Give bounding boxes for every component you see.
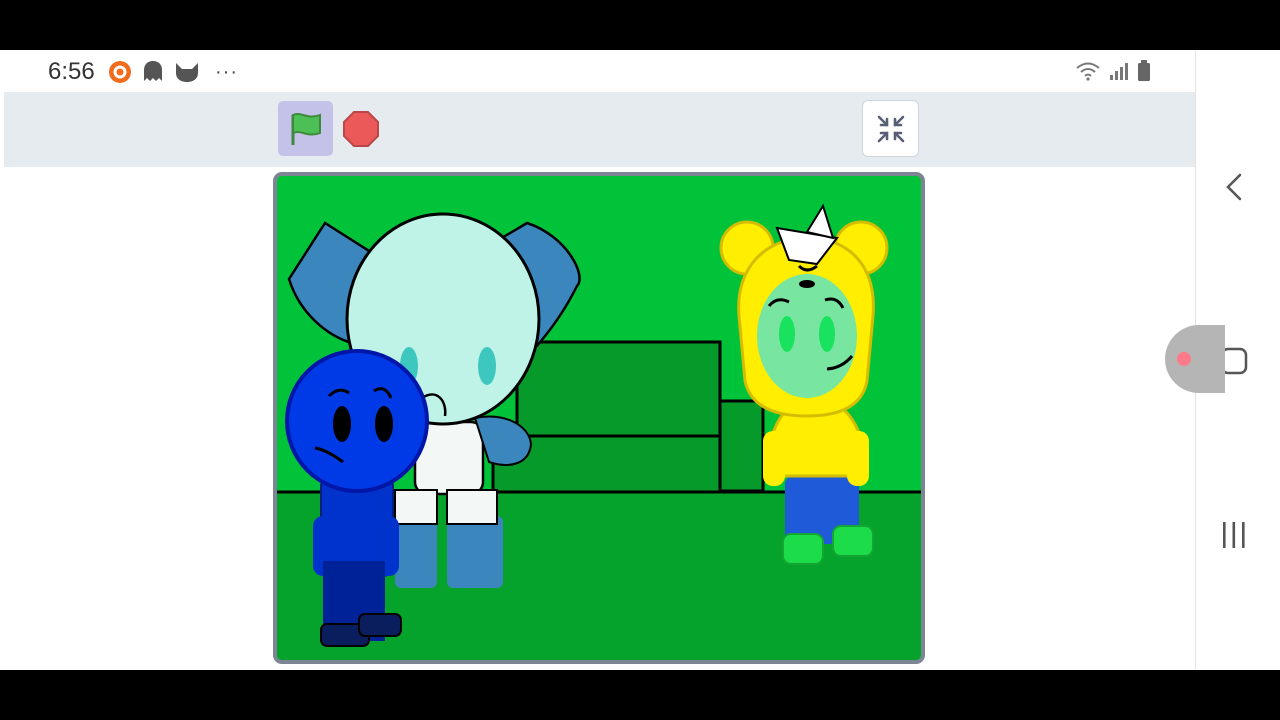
- signal-icon: [1110, 63, 1128, 80]
- record-dot-icon: [1177, 352, 1191, 366]
- floating-recorder-bubble[interactable]: [1165, 325, 1225, 393]
- ghost-app-icon: [144, 61, 162, 81]
- cat-app-icon: [176, 63, 198, 82]
- letterbox-bottom: [0, 670, 1280, 720]
- exit-fullscreen-button[interactable]: [862, 100, 919, 157]
- status-time: 6:56: [48, 58, 95, 85]
- camera-app-icon: [109, 61, 131, 83]
- exit-fullscreen-icon: [877, 115, 904, 142]
- letterbox-top: [0, 0, 1280, 50]
- recents-bars-icon[interactable]: [1219, 520, 1249, 550]
- green-flag-icon: [291, 112, 321, 145]
- back-chevron-icon[interactable]: [1222, 172, 1248, 202]
- wifi-icon: [1076, 62, 1100, 81]
- system-status-icons: [1075, 60, 1151, 82]
- green-flag-button[interactable]: [278, 101, 333, 156]
- phone-screen: 6:56 ···: [0, 50, 1280, 670]
- more-notifications: ···: [215, 60, 238, 83]
- player-toolbar: [4, 92, 1195, 167]
- notification-icons: ···: [108, 59, 238, 85]
- stop-sign-icon: [343, 111, 379, 147]
- status-bar: 6:56 ···: [0, 50, 1195, 92]
- battery-icon: [1138, 60, 1150, 81]
- stop-button[interactable]: [342, 110, 380, 148]
- project-stage[interactable]: [273, 172, 925, 664]
- stage-scene: [277, 176, 921, 660]
